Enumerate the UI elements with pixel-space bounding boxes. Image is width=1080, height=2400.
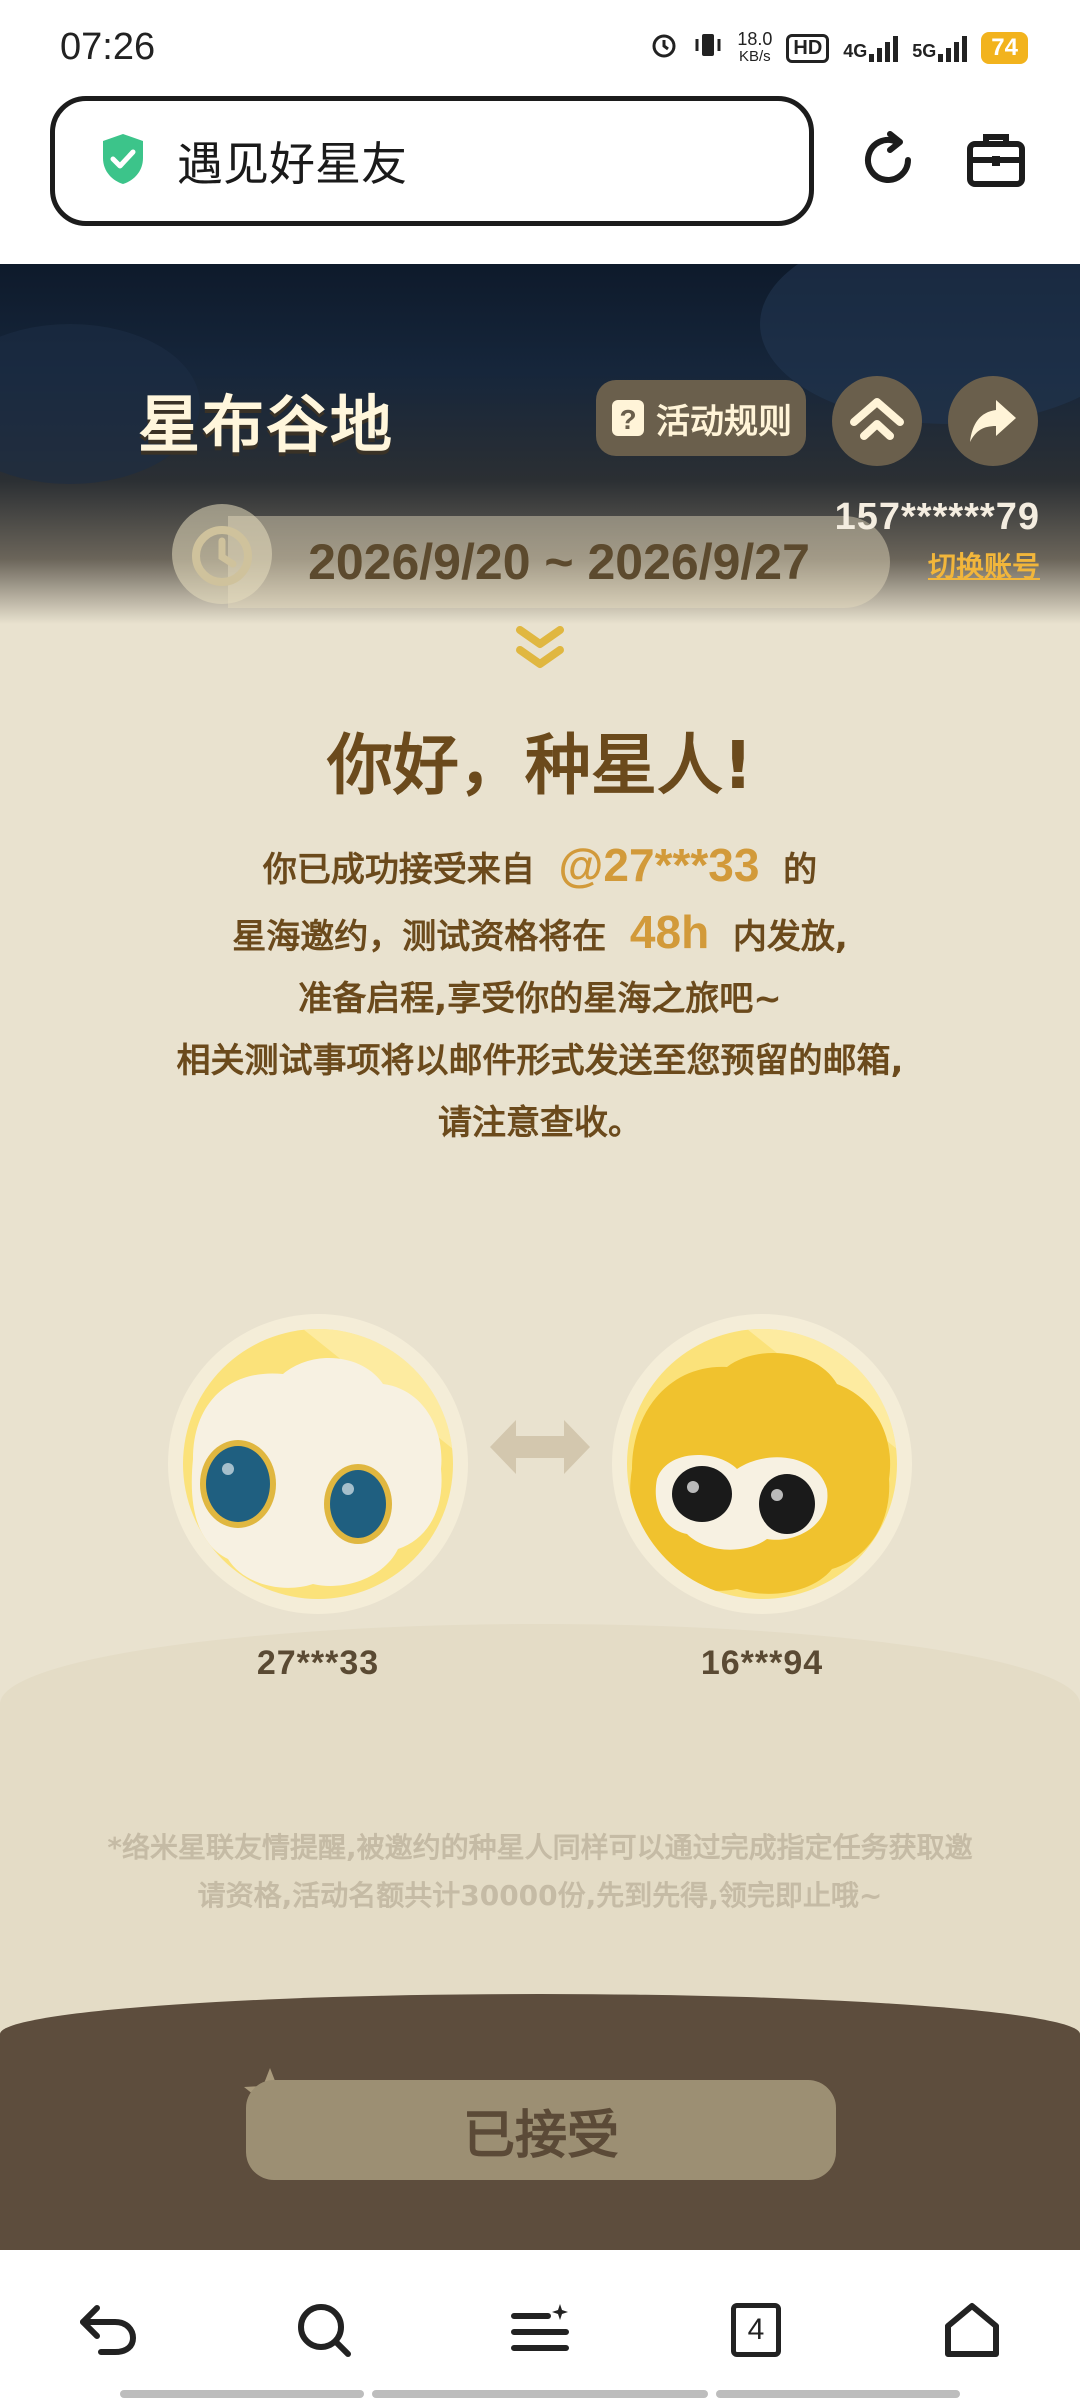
- address-bar[interactable]: 遇见好星友: [50, 96, 814, 226]
- browser-top-bar: 遇见好星友: [0, 96, 1080, 264]
- network-speed: 18.0 KB/s: [737, 29, 773, 65]
- toolbox-button[interactable]: [960, 124, 1032, 196]
- inviter-handle: @27***33: [558, 839, 760, 891]
- status-icons: 18.0 KB/s HD 4G 5G 74: [649, 30, 1028, 66]
- account-id: 157******79: [834, 496, 1040, 538]
- status-time: 07:26: [60, 26, 156, 68]
- gesture-bar: [716, 2390, 960, 2398]
- swap-arrows-icon: [490, 1420, 590, 1474]
- accepted-button[interactable]: 已接受: [246, 2080, 836, 2180]
- share-button[interactable]: [948, 376, 1038, 466]
- inviter-id: 27***33: [256, 1644, 380, 1682]
- hours-highlight: 48h: [629, 906, 710, 958]
- activity-rules-label: 活动规则: [656, 401, 792, 442]
- invitee-id: 16***94: [700, 1644, 824, 1682]
- page-title: 遇见好星友: [177, 137, 407, 191]
- vibrate-icon: [693, 30, 723, 66]
- battery-indicator: 74: [981, 32, 1028, 64]
- reminder-note: *络米星联友情提醒,被邀约的种星人同样可以通过完成指定任务获取邀请资格,活动名额…: [107, 1831, 973, 1912]
- greeting-heading: 你好，种星人!: [326, 727, 754, 804]
- game-logo: 星布谷地: [138, 388, 395, 461]
- invitee-avatar: [612, 1314, 912, 1614]
- search-icon: [298, 2304, 351, 2357]
- gesture-bar: [372, 2390, 708, 2398]
- back-arrow-icon: [80, 2305, 137, 2355]
- double-chevron-down-icon: [516, 626, 564, 668]
- tabs-button[interactable]: 4: [716, 2290, 796, 2370]
- security-shield-icon: [99, 132, 147, 190]
- invitation-message: 你已成功接受来自 @27***33 的 星海邀约，测试资格将在 48h 内发放,…: [0, 834, 1080, 1154]
- hero-banner: 星布谷地 ? 活动规则 2026/9/20 ~ 2026/9/27 157***…: [0, 264, 1080, 624]
- reload-button[interactable]: [852, 124, 924, 196]
- invitation-content: 你好，种星人! 你已成功接受来自 @27***33 的 星海邀约，测试资格将在 …: [0, 624, 1080, 2044]
- message-line-4: 相关测试事项将以邮件形式发送至您预留的邮箱,: [176, 1041, 904, 1081]
- home-button[interactable]: [832, 376, 922, 466]
- message-line-3: 准备启程,享受你的星海之旅吧~: [298, 979, 782, 1019]
- back-button[interactable]: [68, 2290, 148, 2370]
- alarm-icon: [649, 30, 679, 66]
- message-line-5: 请注意查收。: [438, 1103, 642, 1143]
- signal-4g: 4G: [843, 34, 899, 62]
- activity-rules-button[interactable]: ? 活动规则: [596, 380, 806, 456]
- message-line-2: 星海邀约，测试资格将在 48h 内发放,: [232, 906, 848, 958]
- home-nav-button[interactable]: [932, 2290, 1012, 2370]
- inviter-avatar: [168, 1314, 468, 1614]
- menu-button[interactable]: [500, 2290, 580, 2370]
- hd-badge: HD: [786, 33, 830, 63]
- briefcase-icon: [967, 134, 1025, 187]
- switch-account-link[interactable]: 切换账号: [835, 545, 1040, 585]
- menu-sparkle-icon: [511, 2304, 569, 2351]
- tab-count-badge: 4: [731, 2303, 781, 2357]
- home-icon: [945, 2303, 999, 2357]
- event-date-range: 2026/9/20 ~ 2026/9/27: [228, 516, 890, 608]
- gesture-bar: [120, 2390, 364, 2398]
- signal-5g: 5G: [912, 34, 968, 62]
- share-arrow-icon: [970, 400, 1016, 442]
- message-line-1: 你已成功接受来自 @27***33 的: [262, 839, 818, 891]
- question-icon: ?: [612, 400, 644, 436]
- search-button[interactable]: [284, 2290, 364, 2370]
- reload-icon: [865, 131, 911, 183]
- browser-nav-bar: 4: [0, 2250, 1080, 2400]
- svg-text:?: ?: [619, 404, 636, 435]
- status-bar: 07:26 18.0 KB/s HD 4G 5G 74: [0, 0, 1080, 96]
- account-panel: 157******79 切换账号: [835, 496, 1040, 585]
- clock-icon: [172, 504, 272, 604]
- home-chevron-icon: [850, 398, 904, 440]
